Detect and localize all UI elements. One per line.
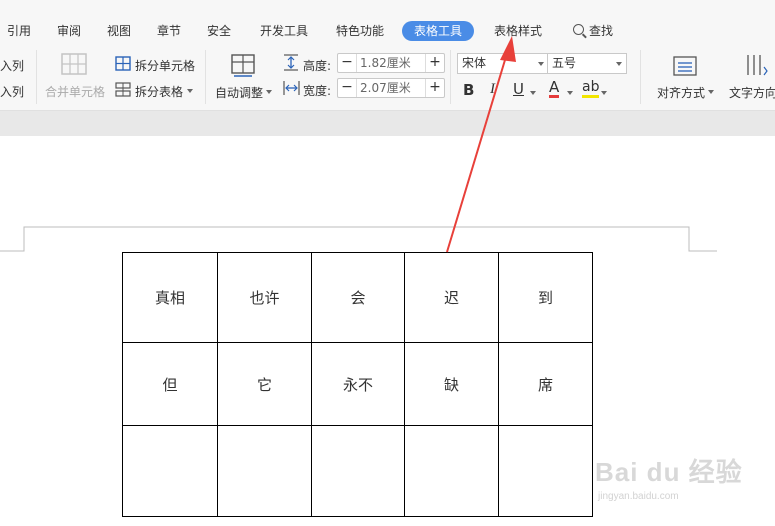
table-cell[interactable]: [217, 425, 312, 517]
table-cell[interactable]: 也许: [217, 252, 312, 343]
text-direction-icon: [747, 55, 768, 76]
tab-table-style[interactable]: 表格样式: [494, 21, 542, 41]
width-label: 宽度:: [303, 84, 332, 98]
table-cell[interactable]: 席: [498, 342, 593, 426]
chevron-down-icon: [538, 62, 544, 66]
separator: [450, 50, 451, 104]
chevron-down-icon[interactable]: [708, 90, 714, 94]
chevron-down-icon: [616, 62, 622, 66]
insert-column-right-button[interactable]: 入列: [0, 57, 24, 74]
separator: [205, 50, 206, 104]
underline-button[interactable]: U: [513, 80, 524, 98]
chevron-down-icon[interactable]: [530, 91, 536, 95]
font-size-value: 五号: [552, 56, 577, 70]
alignment-button[interactable]: 对齐方式: [657, 84, 705, 101]
height-decrease-button[interactable]: −: [338, 54, 357, 72]
font-color-button[interactable]: A: [549, 79, 560, 98]
height-label: 高度:: [303, 59, 332, 73]
bold-button[interactable]: B: [463, 81, 474, 99]
table-cell[interactable]: [122, 425, 218, 517]
tab-view[interactable]: 视图: [107, 21, 131, 41]
table-cell[interactable]: [311, 425, 405, 517]
split-cells-icon: [115, 56, 131, 71]
font-name-value: 宋体: [462, 56, 487, 70]
table-row: 但 它 永不 缺 席: [122, 342, 593, 426]
table-cell[interactable]: 会: [311, 252, 405, 343]
auto-adjust-icon: [231, 54, 255, 77]
document-table[interactable]: 真相 也许 会 迟 到 但 它 永不 缺 席: [122, 252, 593, 517]
menu-bar: 引用 审阅 视图 章节 安全 开发工具 特色功能 表格工具 表格样式 查找: [0, 0, 775, 44]
column-width-icon: [283, 81, 300, 95]
highlight-button[interactable]: ab: [582, 79, 600, 98]
width-decrease-button[interactable]: −: [338, 79, 357, 97]
chevron-down-icon[interactable]: [187, 89, 193, 93]
chevron-down-icon[interactable]: [601, 91, 607, 95]
workspace-background: [0, 111, 775, 136]
tab-table-tools[interactable]: 表格工具: [402, 21, 475, 41]
tab-security[interactable]: 安全: [207, 21, 231, 41]
height-increase-button[interactable]: +: [425, 54, 444, 72]
width-increase-button[interactable]: +: [425, 79, 444, 97]
tab-references[interactable]: 引用: [7, 21, 31, 41]
search-icon[interactable]: [573, 24, 584, 35]
table-cell[interactable]: 缺: [404, 342, 499, 426]
split-cells-button[interactable]: 拆分单元格: [135, 57, 195, 74]
table-cell[interactable]: 真相: [122, 252, 218, 343]
page-margin-guides: [0, 226, 717, 252]
height-value[interactable]: 1.82厘米: [360, 54, 411, 72]
separator: [640, 50, 641, 104]
italic-button[interactable]: I: [490, 81, 495, 98]
width-stepper[interactable]: − 2.07厘米 +: [337, 78, 445, 98]
font-size-select[interactable]: 五号: [547, 53, 627, 74]
watermark-url: jingyan.baidu.com: [598, 491, 679, 502]
table-row: [122, 425, 593, 517]
tab-review[interactable]: 审阅: [57, 21, 81, 41]
tab-chapter[interactable]: 章节: [157, 21, 181, 41]
chevron-down-icon[interactable]: [567, 91, 573, 95]
height-stepper[interactable]: − 1.82厘米 +: [337, 53, 445, 73]
chevron-down-icon[interactable]: [266, 90, 272, 94]
table-cell[interactable]: 到: [498, 252, 593, 343]
table-cell[interactable]: [404, 425, 499, 517]
row-height-icon: [284, 54, 298, 71]
table-cell[interactable]: 它: [217, 342, 312, 426]
text-direction-button[interactable]: 文字方向: [729, 84, 775, 101]
search-label[interactable]: 查找: [589, 21, 613, 41]
separator: [36, 50, 37, 104]
width-value[interactable]: 2.07厘米: [360, 79, 411, 97]
align-icon: [673, 56, 697, 76]
insert-column-left-button[interactable]: 入列: [0, 83, 24, 100]
merge-cells-button[interactable]: 合并单元格: [45, 83, 105, 100]
merge-cells-icon: [61, 53, 87, 75]
font-name-select[interactable]: 宋体: [457, 53, 549, 74]
ribbon-toolbar: 入列 入列 合并单元格 拆分单元格 拆分表格 自动调整 高度: − 1.82厘米…: [0, 44, 775, 111]
table-row: 真相 也许 会 迟 到: [122, 252, 593, 343]
tab-developer-tools[interactable]: 开发工具: [260, 21, 308, 41]
auto-adjust-button[interactable]: 自动调整: [215, 84, 263, 101]
table-cell[interactable]: 永不: [311, 342, 405, 426]
table-cell[interactable]: [498, 425, 593, 517]
split-table-icon: [115, 82, 131, 97]
table-cell[interactable]: 迟: [404, 252, 499, 343]
split-table-button[interactable]: 拆分表格: [135, 83, 183, 100]
watermark-logo: Bai du 经验: [595, 457, 743, 487]
tab-special-features[interactable]: 特色功能: [336, 21, 384, 41]
table-cell[interactable]: 但: [122, 342, 218, 426]
